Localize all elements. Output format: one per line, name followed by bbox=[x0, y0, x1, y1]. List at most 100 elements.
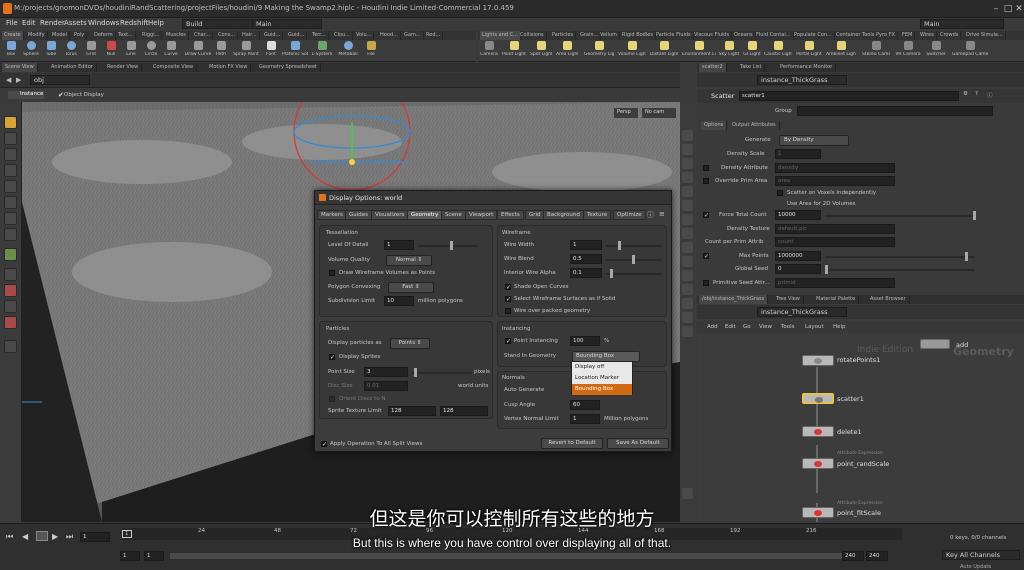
tab-material-palette[interactable]: Material Palette bbox=[813, 295, 860, 304]
tool-vr-camera[interactable]: VR Camera bbox=[894, 41, 922, 61]
subdivision-limit-field[interactable]: 10 bbox=[384, 296, 414, 306]
menu-icon[interactable]: ≡ bbox=[659, 210, 665, 218]
forward-icon[interactable]: ▶ bbox=[16, 76, 21, 84]
menu-edit[interactable]: Edit bbox=[725, 324, 736, 330]
tool-lsystem[interactable]: L-System bbox=[310, 41, 334, 61]
tool-grid[interactable]: Grid bbox=[82, 41, 100, 61]
select-tool-icon[interactable] bbox=[4, 116, 17, 129]
shading-icon[interactable] bbox=[682, 172, 693, 183]
lock-icon[interactable] bbox=[4, 180, 17, 193]
normals-icon[interactable] bbox=[682, 214, 693, 225]
tab-scatter2[interactable]: scatter2 bbox=[699, 63, 727, 72]
shelf-tab[interactable]: Clou... bbox=[332, 31, 353, 40]
tool-switcher[interactable]: Switcher bbox=[924, 41, 948, 61]
object-display-icon[interactable]: ✔ bbox=[58, 91, 64, 99]
tab-network[interactable]: /obj/instance_ThickGrass bbox=[699, 295, 769, 304]
tab-viewport[interactable]: Viewport bbox=[465, 210, 498, 220]
start2-frame-field[interactable]: 1 bbox=[144, 551, 164, 561]
revert-default-button[interactable]: Revert to Default bbox=[541, 438, 603, 449]
tab-options[interactable]: Options bbox=[701, 121, 728, 130]
shelf-tab[interactable]: Fluid Contai... bbox=[754, 31, 794, 40]
global-seed-slider[interactable] bbox=[825, 265, 975, 274]
end2-frame-field[interactable]: 240 bbox=[866, 551, 888, 561]
density-attr-checkbox[interactable] bbox=[703, 165, 709, 171]
render-region-icon[interactable] bbox=[4, 340, 17, 353]
shelf-tab[interactable]: Cons... bbox=[216, 31, 239, 40]
node-scatter1[interactable] bbox=[802, 393, 834, 404]
end-frame-field[interactable]: 240 bbox=[842, 551, 864, 561]
path-select[interactable]: obj bbox=[30, 75, 90, 85]
shelf-tab[interactable]: Populate Con... bbox=[792, 31, 835, 40]
wireframe-icon[interactable] bbox=[682, 158, 693, 169]
camera-view-icon[interactable] bbox=[4, 300, 17, 313]
tab-composite-view[interactable]: Composite View bbox=[150, 63, 198, 72]
tool-sphere[interactable]: Sphere bbox=[22, 41, 40, 61]
tool-line[interactable]: Line bbox=[122, 41, 140, 61]
tool-point-light[interactable]: Point Light bbox=[502, 41, 526, 61]
shelf-tab[interactable]: Modify bbox=[26, 31, 48, 40]
force-total-checkbox[interactable]: ✓ bbox=[703, 212, 709, 219]
pose-icon[interactable] bbox=[4, 228, 17, 241]
tool-box[interactable]: Box bbox=[2, 41, 20, 61]
node-rotatepoints1[interactable] bbox=[802, 355, 834, 366]
lod-field[interactable]: 1 bbox=[384, 240, 414, 250]
expand-icon[interactable] bbox=[682, 488, 693, 499]
tab-take-list[interactable]: Take List bbox=[737, 63, 766, 72]
shelf-tab[interactable]: Hair... bbox=[240, 31, 260, 40]
max-points-field[interactable]: 1000000 bbox=[775, 251, 821, 261]
start-frame-field[interactable]: 1 bbox=[120, 551, 140, 561]
max-points-checkbox[interactable]: ✓ bbox=[703, 253, 709, 260]
tab-background[interactable]: Background bbox=[543, 210, 584, 220]
menu-assets[interactable]: Assets bbox=[64, 19, 87, 27]
save-default-button[interactable]: Save As Default bbox=[607, 438, 669, 449]
desktop-right-select[interactable]: Main bbox=[920, 19, 1004, 29]
shelf-tab[interactable]: Char... bbox=[192, 31, 214, 40]
force-total-field[interactable]: 10000 bbox=[775, 210, 821, 220]
info-icon[interactable]: ⓘ bbox=[987, 91, 993, 99]
tool-gi-light[interactable]: GI Light bbox=[742, 41, 762, 61]
shelf-tab[interactable]: Container Tools bbox=[834, 31, 878, 40]
tool-metaball[interactable]: Metaball bbox=[336, 41, 360, 61]
point-instancing-checkbox[interactable]: ✓ bbox=[505, 338, 511, 345]
lod-slider[interactable] bbox=[418, 241, 478, 250]
sprite-limit-b-field[interactable]: 128 bbox=[440, 406, 488, 416]
tab-geometry[interactable]: Geometry bbox=[407, 210, 443, 220]
shelf-tab[interactable]: Model bbox=[50, 31, 71, 40]
snap-icon[interactable] bbox=[4, 268, 17, 281]
dropdown-option[interactable]: Display off bbox=[572, 362, 632, 373]
tab-scene-view[interactable]: Scene View bbox=[2, 63, 38, 72]
tool-ambient-light[interactable]: Ambient Light bbox=[826, 41, 856, 61]
scale-tool-icon[interactable] bbox=[4, 164, 17, 177]
cusp-angle-field[interactable]: 60 bbox=[570, 400, 600, 410]
orient-discs-checkbox[interactable] bbox=[329, 396, 335, 402]
close-icon[interactable]: ✕ bbox=[1013, 3, 1024, 15]
tab-texture[interactable]: Texture bbox=[583, 210, 612, 220]
back-icon[interactable]: ◀ bbox=[6, 76, 11, 84]
apply-all-checkbox[interactable]: ✓ bbox=[321, 441, 327, 448]
background-icon[interactable] bbox=[682, 256, 693, 267]
tool-camera[interactable]: Camera bbox=[480, 41, 498, 61]
scatter-voxels-checkbox[interactable] bbox=[777, 190, 783, 196]
shelf-tab[interactable]: Terr... bbox=[310, 31, 329, 40]
ghost-icon[interactable] bbox=[682, 144, 693, 155]
density-scale-field[interactable]: 1 bbox=[775, 149, 821, 159]
flipbook-icon[interactable] bbox=[682, 298, 693, 309]
tab-markers[interactable]: Markers bbox=[317, 210, 347, 220]
draw-wire-volumes-checkbox[interactable] bbox=[329, 270, 335, 276]
count-prim-field[interactable]: count bbox=[775, 237, 895, 247]
tool-stereo-camera[interactable]: Stereo Camera bbox=[862, 41, 890, 61]
view-tool-icon[interactable] bbox=[4, 248, 17, 261]
isolate-icon[interactable] bbox=[682, 242, 693, 253]
wire-width-field[interactable]: 1 bbox=[570, 240, 602, 250]
camera-menu[interactable]: No cam bbox=[642, 108, 676, 118]
shelf-tab[interactable]: Red... bbox=[424, 31, 444, 40]
tab-optimize[interactable]: Optimize bbox=[613, 210, 646, 220]
menu-redshift[interactable]: Redshift bbox=[120, 19, 148, 27]
gear-icon[interactable]: ⚙ bbox=[963, 91, 968, 97]
force-total-slider[interactable] bbox=[825, 211, 976, 220]
override-prim-field[interactable]: area bbox=[775, 176, 895, 186]
render-icon[interactable] bbox=[682, 312, 693, 323]
shelf-tab[interactable]: Lights and C... bbox=[480, 31, 521, 40]
max-points-slider[interactable] bbox=[825, 252, 975, 261]
node-add[interactable] bbox=[920, 339, 950, 349]
